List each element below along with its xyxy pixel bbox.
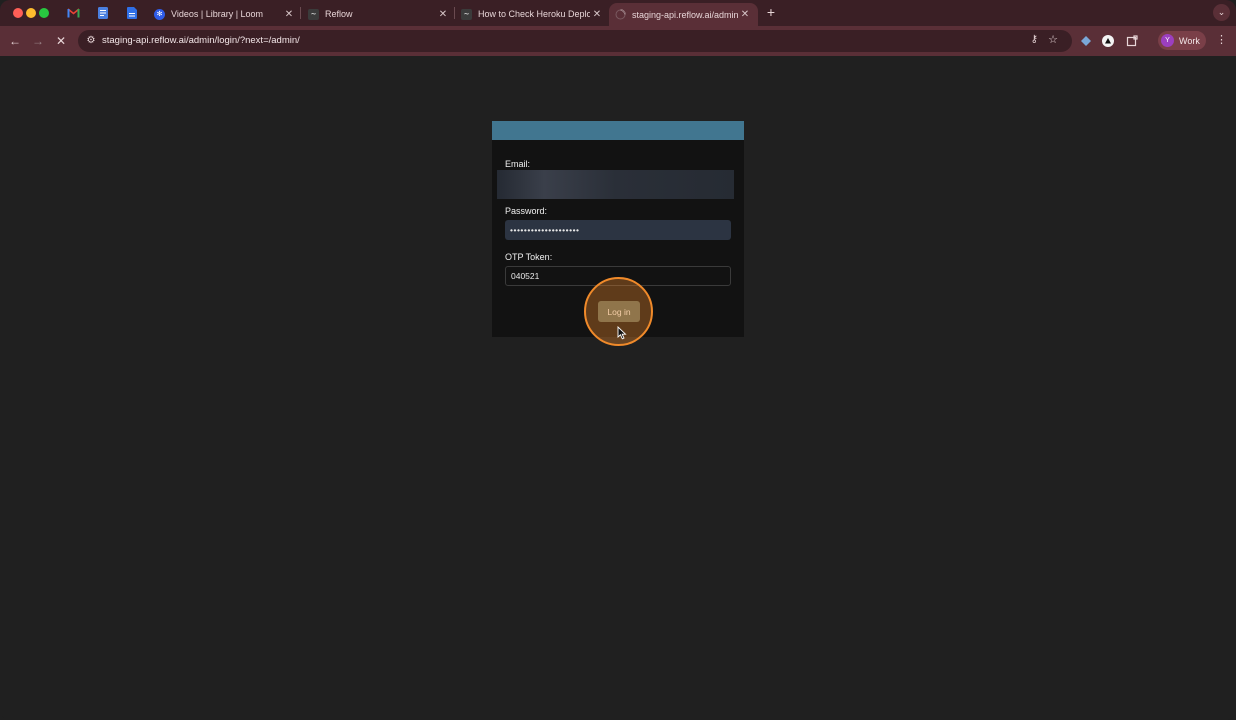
profile-label: Work (1179, 35, 1200, 46)
extensions-puzzle-icon[interactable] (1124, 33, 1140, 49)
forward-arrow-icon[interactable]: → (30, 33, 46, 49)
tab-separator (454, 7, 455, 19)
tab-separator (300, 7, 301, 19)
password-key-icon[interactable]: ⚷ (1031, 34, 1038, 45)
new-tab-button[interactable]: + (764, 5, 778, 19)
vercel-extension-icon[interactable] (1100, 33, 1116, 49)
tab-loom[interactable]: ✻ Videos | Library | Loom ✕ (154, 3, 296, 25)
avatar: Y (1161, 34, 1174, 47)
site-settings-icon[interactable]: ⚙ (84, 34, 98, 48)
tab-title: staging-api.reflow.ai/admin/lo (632, 9, 738, 20)
back-arrow-icon[interactable]: ← (7, 33, 23, 49)
login-header (492, 121, 744, 140)
tab-title: Reflow (325, 9, 353, 19)
password-label: Password: (505, 206, 548, 216)
email-field[interactable] (497, 170, 734, 199)
tab-search-icon[interactable]: ⌄ (1213, 4, 1230, 21)
stop-loading-icon[interactable]: ✕ (53, 33, 69, 49)
tab-heroku-deploy[interactable]: ∼ How to Check Heroku Deploy ✕ (461, 3, 604, 25)
extension-icon[interactable] (1078, 33, 1094, 49)
close-tab-icon[interactable]: ✕ (436, 9, 450, 20)
mouse-cursor-icon (617, 326, 627, 340)
profile-button[interactable]: Y Work (1158, 31, 1206, 50)
close-tab-icon[interactable]: ✕ (738, 9, 752, 20)
more-menu-icon[interactable]: ⋮ (1216, 33, 1227, 49)
url-text[interactable]: staging-api.reflow.ai/admin/login/?next=… (102, 35, 300, 46)
docs-icon[interactable] (95, 5, 111, 21)
tab-title: Videos | Library | Loom (171, 9, 264, 19)
reflow-icon: ∼ (308, 8, 319, 20)
otp-label: OTP Token: (505, 252, 553, 262)
close-tab-icon[interactable]: ✕ (282, 9, 296, 20)
gmail-icon[interactable] (65, 5, 81, 21)
loom-icon: ✻ (154, 8, 165, 20)
doc-icon[interactable] (124, 5, 140, 21)
bookmark-star-icon[interactable]: ☆ (1048, 33, 1058, 46)
loading-spinner-icon (615, 9, 626, 20)
tab-reflow[interactable]: ∼ Reflow ✕ (308, 3, 450, 25)
reflow-icon: ∼ (461, 8, 472, 20)
email-label: Email: (505, 159, 531, 169)
page-content: Email: Password: •••••••••••••••••••• OT… (0, 56, 1236, 720)
tab-strip: ✻ Videos | Library | Loom ✕ ∼ Reflow ✕ ∼… (0, 0, 1236, 26)
maximize-window-button[interactable] (39, 8, 49, 18)
tab-title: How to Check Heroku Deploy (478, 9, 590, 19)
close-tab-icon[interactable]: ✕ (590, 9, 604, 20)
password-field[interactable]: •••••••••••••••••••• (505, 220, 731, 240)
tab-staging-admin[interactable]: staging-api.reflow.ai/admin/lo ✕ (609, 3, 758, 26)
browser-window: ✻ Videos | Library | Loom ✕ ∼ Reflow ✕ ∼… (0, 0, 1236, 720)
browser-toolbar: ← → ✕ ⚙ staging-api.reflow.ai/admin/logi… (0, 26, 1236, 56)
minimize-window-button[interactable] (26, 8, 36, 18)
close-window-button[interactable] (13, 8, 23, 18)
address-bar[interactable]: ⚙ staging-api.reflow.ai/admin/login/?nex… (78, 30, 1072, 52)
